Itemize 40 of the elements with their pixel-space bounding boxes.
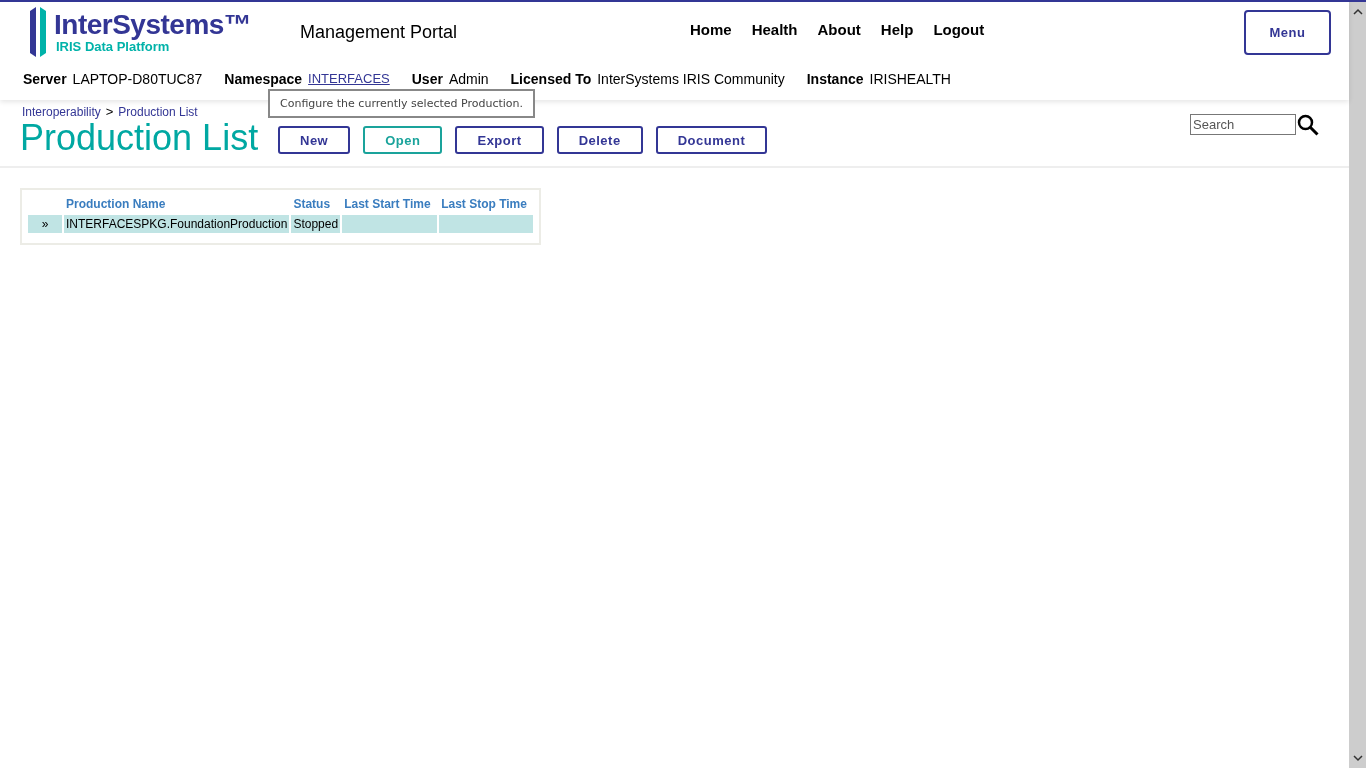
- toolbar-button[interactable]: New: [278, 126, 351, 154]
- info-label: Namespace: [224, 71, 303, 87]
- namespace-link[interactable]: INTERFACES: [308, 71, 390, 87]
- info-label: Instance: [806, 71, 864, 87]
- breadcrumb-link[interactable]: Interoperability: [22, 105, 101, 119]
- nav-link[interactable]: Help: [880, 21, 914, 38]
- info-label: Server: [23, 71, 67, 87]
- search-field[interactable]: Search: [1190, 114, 1296, 135]
- table-cell: Stopped: [291, 215, 341, 233]
- logo-wordmark: InterSystems™: [54, 10, 252, 40]
- table-cell: INTERFACESPKG.FoundationProduction: [64, 215, 290, 233]
- info-value: InterSystems IRIS Community: [597, 71, 785, 87]
- scroll-down-icon[interactable]: [1352, 754, 1363, 762]
- logo-mark-icon: [28, 7, 48, 57]
- nav-link[interactable]: Home: [690, 21, 732, 38]
- nav-link[interactable]: Health: [751, 21, 798, 38]
- info-value: LAPTOP-D80TUC87: [72, 71, 203, 87]
- breadcrumb-link[interactable]: Production List: [118, 105, 198, 119]
- app-title: Management Portal: [300, 22, 459, 43]
- info-value: IRISHEALTH: [869, 71, 951, 87]
- column-header[interactable]: Status: [291, 195, 341, 213]
- info-value: Admin: [448, 71, 489, 87]
- scroll-up-icon[interactable]: [1352, 8, 1363, 16]
- nav-link[interactable]: About: [817, 21, 861, 38]
- search-icon[interactable]: [1297, 114, 1319, 136]
- breadcrumb-separator: >: [105, 104, 114, 119]
- info-label: User: [411, 71, 443, 87]
- toolbar-button[interactable]: Document: [655, 126, 768, 154]
- logo-tagline: IRIS Data Platform: [56, 40, 170, 54]
- info-label: Licensed To: [510, 71, 592, 87]
- row-marker[interactable]: »: [28, 215, 62, 233]
- scrollbar[interactable]: [1349, 2, 1366, 768]
- column-header[interactable]: Last Start Time: [342, 195, 438, 213]
- column-header[interactable]: Production Name: [64, 195, 290, 213]
- toolbar-button[interactable]: Delete: [556, 126, 643, 154]
- nav-link[interactable]: Logout: [933, 21, 985, 38]
- tooltip: Configure the currently selected Production.: [268, 89, 536, 118]
- toolbar-button[interactable]: Export: [455, 126, 544, 154]
- column-header[interactable]: Last Stop Time: [439, 195, 534, 213]
- menu-button[interactable]: Menu: [1244, 10, 1331, 55]
